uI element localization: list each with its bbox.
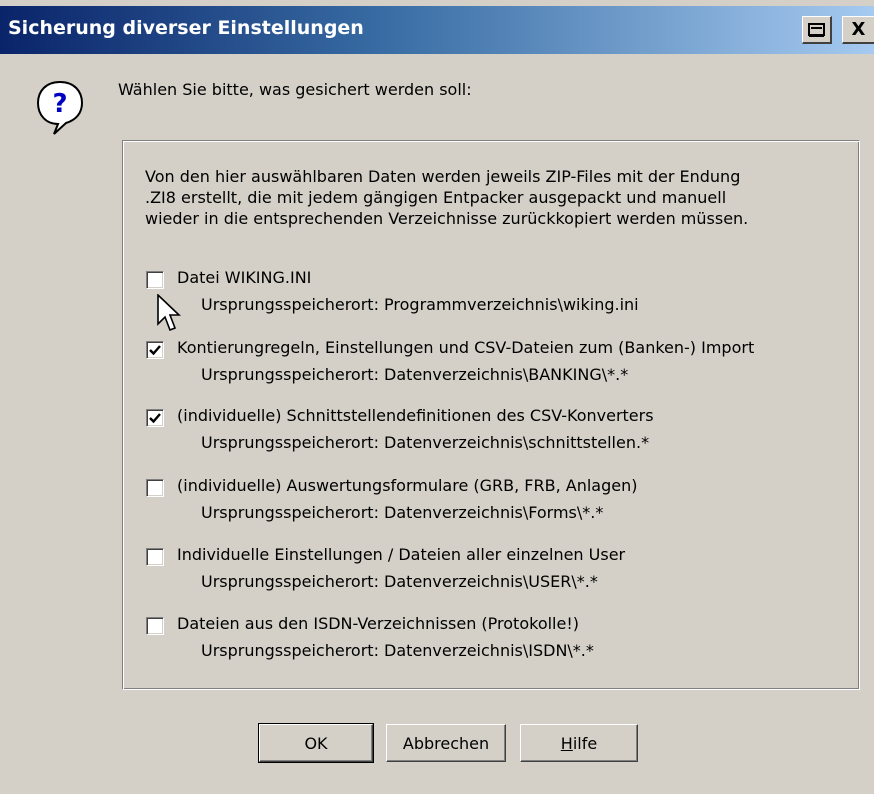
- description-line: .ZI8 erstellt, die mit jedem gängigen En…: [145, 188, 727, 207]
- close-button[interactable]: X: [842, 16, 874, 44]
- help-button[interactable]: Hilfe: [520, 724, 638, 762]
- description-text: Von den hier auswählbaren Daten werden j…: [145, 166, 845, 229]
- window-title: Sicherung diverser Einstellungen: [8, 17, 364, 39]
- option-path: Ursprungsspeicherort: Datenverzeichnis\U…: [201, 572, 598, 591]
- help-context-button[interactable]: [802, 16, 832, 44]
- backup-dialog: Sicherung diverser Einstellungen X ? Wäh…: [0, 0, 874, 794]
- option-path: Ursprungsspeicherort: Datenverzeichnis\s…: [201, 433, 650, 452]
- ok-button[interactable]: OK: [258, 723, 374, 763]
- option-label: Dateien aus den ISDN-Verzeichnissen (Pro…: [177, 614, 579, 633]
- checkmark-icon: [149, 345, 161, 356]
- checkbox-forms[interactable]: [146, 479, 164, 497]
- checkmark-icon: [149, 413, 161, 424]
- help-book-icon: [807, 22, 825, 37]
- title-bar[interactable]: Sicherung diverser Einstellungen X: [0, 6, 874, 54]
- checkbox-schnittstellen[interactable]: [146, 409, 164, 427]
- checkbox-isdn[interactable]: [146, 617, 164, 635]
- mouse-pointer-icon: [157, 294, 181, 332]
- accelerator-letter: H: [560, 733, 573, 753]
- option-path: Ursprungsspeicherort: Datenverzeichnis\B…: [201, 365, 629, 384]
- option-label: (individuelle) Schnittstellendefinitione…: [177, 406, 654, 425]
- option-label: Individuelle Einstellungen / Dateien all…: [177, 545, 626, 564]
- cancel-button[interactable]: Abbrechen: [386, 724, 506, 762]
- checkbox-banking[interactable]: [146, 341, 164, 359]
- description-line: wieder in die entsprechenden Verzeichnis…: [145, 209, 749, 228]
- checkbox-user[interactable]: [146, 548, 164, 566]
- option-path: Ursprungsspeicherort: Datenverzeichnis\F…: [201, 503, 604, 522]
- option-path: Ursprungsspeicherort: Datenverzeichnis\I…: [201, 641, 594, 660]
- option-label: (individuelle) Auswertungsformulare (GRB…: [177, 476, 638, 495]
- option-label: Datei WIKING.INI: [177, 268, 312, 287]
- prompt-text: Wählen Sie bitte, was gesichert werden s…: [118, 80, 472, 99]
- checkbox-wiking-ini[interactable]: [146, 271, 164, 289]
- option-label: Kontierungregeln, Einstellungen und CSV-…: [177, 338, 755, 357]
- option-path: Ursprungsspeicherort: Programmverzeichni…: [201, 295, 639, 314]
- description-line: Von den hier auswählbaren Daten werden j…: [145, 167, 741, 186]
- question-icon: ?: [36, 80, 84, 135]
- svg-text:?: ?: [52, 89, 67, 119]
